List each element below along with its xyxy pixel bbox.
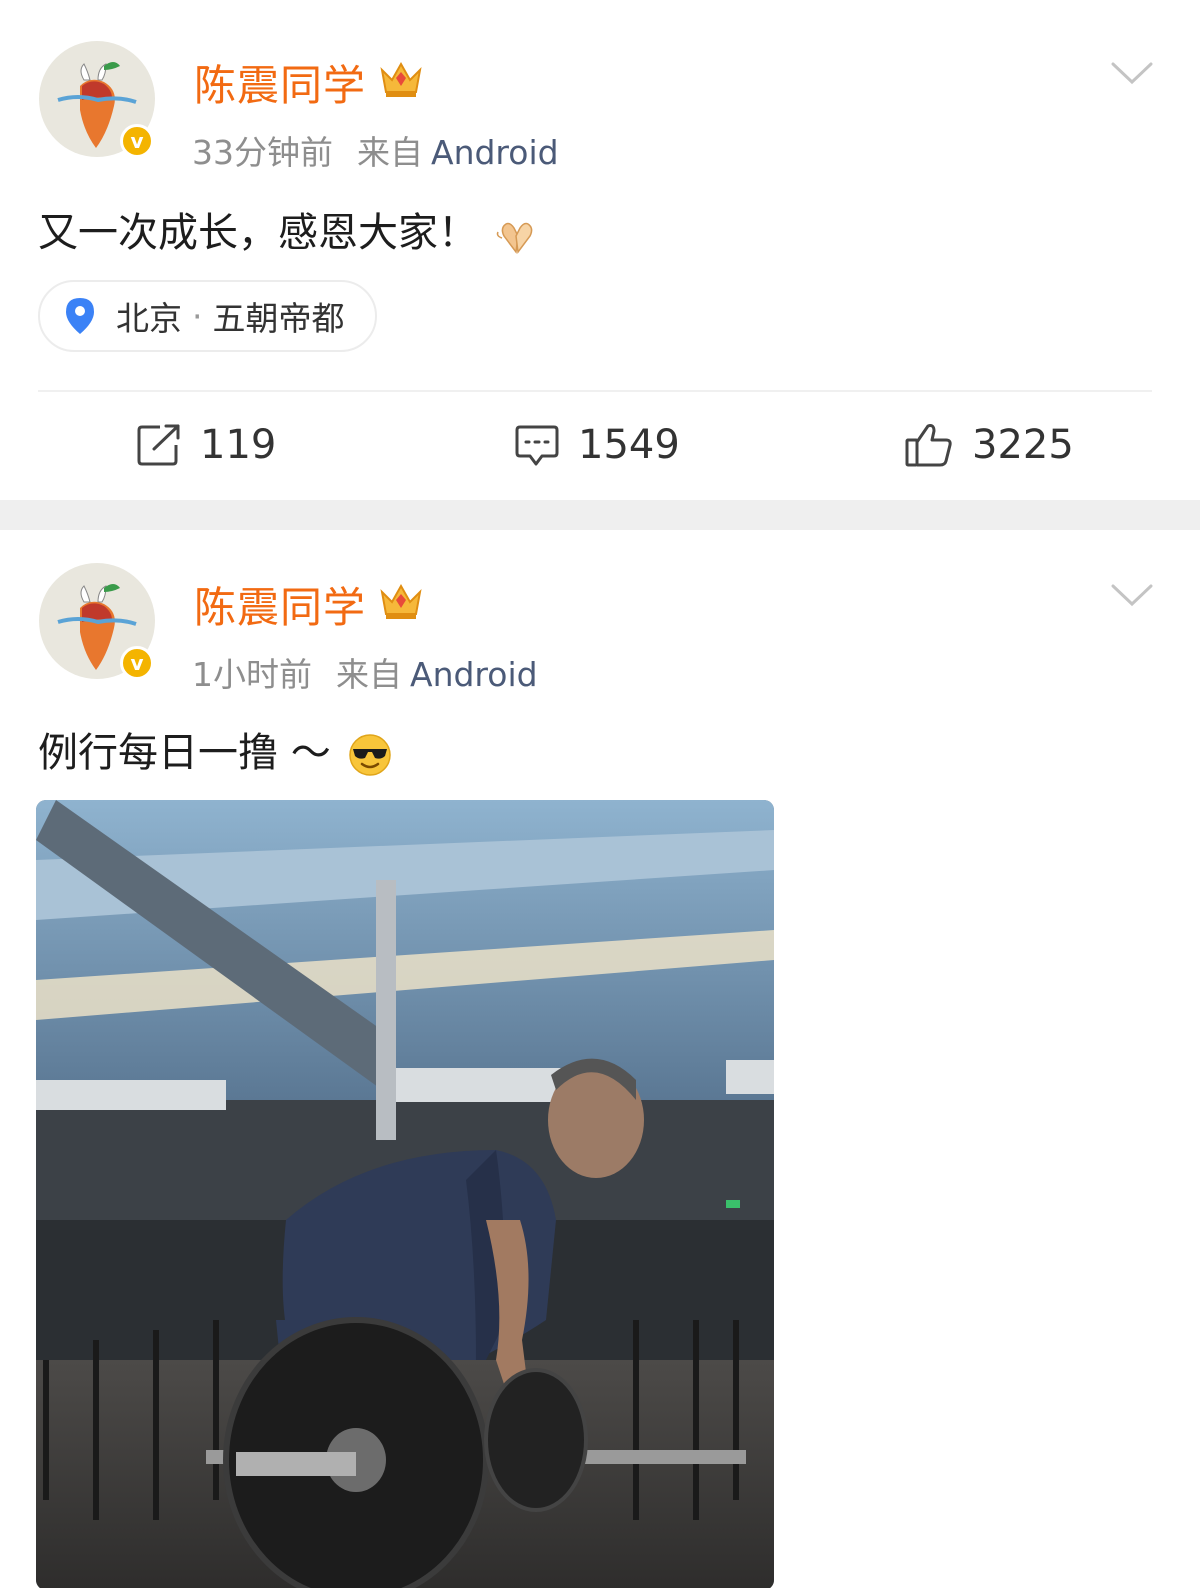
post-content: 又一次成长，感恩大家！	[38, 200, 540, 258]
post-text: 又一次成长，感恩大家！	[38, 210, 478, 256]
post-meta: 1小时前 来自 Android	[192, 648, 538, 696]
post-time: 1小时前	[192, 655, 312, 694]
post-time: 33分钟前	[192, 133, 333, 172]
comment-icon	[515, 425, 559, 466]
divider	[38, 390, 1152, 392]
repost-button[interactable]: 119	[136, 418, 276, 472]
location-separator: ·	[192, 296, 203, 336]
like-button[interactable]: 3225	[904, 418, 1074, 472]
location-tag[interactable]: 北京 · 五朝帝都	[38, 280, 377, 352]
repost-count: 119	[200, 422, 277, 468]
sunglasses-face-icon	[348, 734, 391, 776]
weibo-post-2: v 陈震同学 1小时前 来自 Android 例行每日一撸 ～	[0, 530, 1200, 1588]
gym-deadlift-photo	[36, 800, 774, 1588]
crown-icon	[380, 583, 422, 619]
source-label: 来自	[357, 133, 423, 172]
post-content: 例行每日一撸 ～	[38, 720, 393, 778]
folded-hands-icon	[496, 222, 533, 254]
location-pin-icon	[66, 298, 94, 334]
post-text: 例行每日一撸 ～	[38, 730, 331, 776]
location-name: 五朝帝都	[212, 299, 345, 338]
crown-icon	[380, 61, 422, 97]
source-device-link[interactable]: Android	[410, 655, 538, 694]
username[interactable]: 陈震同学	[194, 574, 366, 635]
thumbs-up-icon	[905, 424, 952, 467]
chevron-down-icon[interactable]	[1110, 60, 1154, 88]
weibo-post-1: v 陈震同学 33分钟前 来自 Android 又一次成长，感恩大家！ 北京 · 五朝帝…	[0, 0, 1200, 500]
feed-separator	[0, 500, 1200, 530]
verified-icon: v	[120, 646, 154, 680]
comment-count: 1549	[578, 422, 680, 468]
like-count: 3225	[972, 422, 1074, 468]
chevron-down-icon[interactable]	[1110, 582, 1154, 610]
comment-button[interactable]: 1549	[514, 418, 680, 472]
post-image[interactable]	[36, 800, 774, 1588]
location-city: 北京	[116, 299, 182, 338]
verified-icon: v	[120, 124, 154, 158]
username[interactable]: 陈震同学	[194, 52, 366, 113]
repost-icon	[137, 424, 180, 466]
source-label: 来自	[336, 655, 402, 694]
avatar[interactable]: v	[38, 562, 156, 680]
avatar[interactable]: v	[38, 40, 156, 158]
post-meta: 33分钟前 来自 Android	[192, 126, 559, 174]
source-device-link[interactable]: Android	[431, 133, 559, 172]
